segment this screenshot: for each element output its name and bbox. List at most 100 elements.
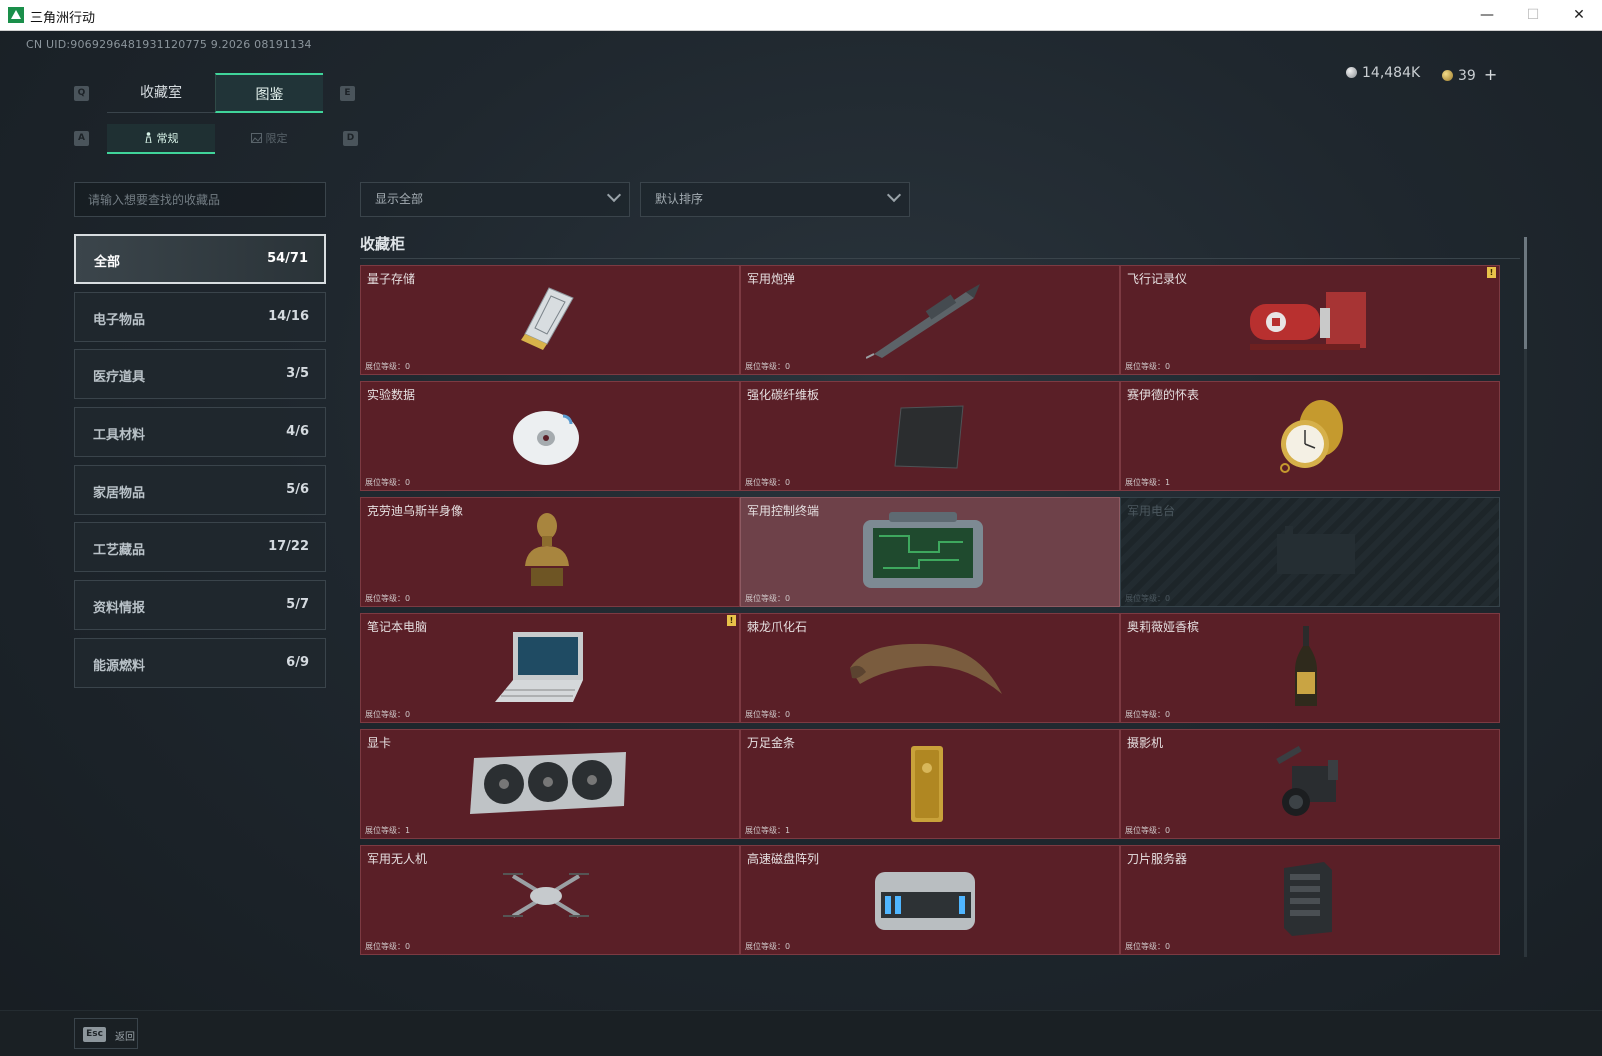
tab-next-key[interactable]: E (340, 86, 355, 101)
item-card-military-shell[interactable]: 军用炮弹 展位等级：0 (740, 265, 1120, 375)
category-medical[interactable]: 医疗道具 3/5 (74, 349, 326, 399)
item-name: 军用无人机 (367, 852, 428, 866)
add-currency-button[interactable]: + (1484, 65, 1497, 84)
cd-disc-icon (513, 411, 579, 465)
display-filter-value: 显示全部 (375, 192, 424, 206)
item-level: 展位等级：0 (1125, 594, 1171, 603)
minimize-button[interactable]: — (1464, 0, 1510, 30)
item-card-graphics-card[interactable]: 显卡 展位等级：1 (360, 729, 740, 839)
main-tabs: 收藏室 图鉴 (107, 73, 323, 113)
item-card-military-radio[interactable]: 军用电台 展位等级：0 (1120, 497, 1500, 607)
item-level: 展位等级：0 (1125, 710, 1171, 719)
item-card-camcorder[interactable]: 摄影机 展位等级：0 (1120, 729, 1500, 839)
category-crafts[interactable]: 工艺藏品 17/22 (74, 522, 326, 572)
category-intel[interactable]: 资料情报 5/7 (74, 580, 326, 630)
item-name: 克劳迪乌斯半身像 (367, 504, 464, 518)
chevron-down-icon (606, 187, 622, 203)
item-card-bust[interactable]: 克劳迪乌斯半身像 展位等级：0 (360, 497, 740, 607)
radio-silhouette-icon (1277, 526, 1355, 574)
item-card-disk-array[interactable]: 高速磁盘阵列 展位等级：0 (740, 845, 1120, 955)
user-uid: CN UID:9069296481931120775 9.2026 081911… (26, 38, 312, 51)
item-card-blade-server[interactable]: 刀片服务器 展位等级：0 (1120, 845, 1500, 955)
category-count: 3/5 (286, 366, 309, 381)
item-card-quantum-storage[interactable]: 量子存储 展位等级：0 (360, 265, 740, 375)
category-count: 54/71 (267, 251, 308, 266)
tab-prev-key[interactable]: Q (74, 86, 89, 101)
category-label: 电子物品 (93, 313, 146, 328)
figure-icon (144, 132, 152, 144)
item-name: 强化碳纤维板 (747, 388, 820, 402)
close-button[interactable]: ✕ (1556, 0, 1602, 30)
drone-icon (503, 873, 589, 918)
item-card-pocket-watch[interactable]: 赛伊德的怀表 展位等级：1 (1120, 381, 1500, 491)
subtab-regular-label: 常规 (156, 132, 179, 145)
control-terminal-icon (863, 512, 983, 588)
gold-amount: 39 (1458, 68, 1476, 84)
maximize-button[interactable]: ☐ (1510, 0, 1556, 30)
item-name: 笔记本电脑 (367, 620, 428, 634)
item-card-control-terminal[interactable]: 军用控制终端 展位等级：0 (740, 497, 1120, 607)
item-name: 赛伊德的怀表 (1127, 388, 1200, 402)
item-level: 展位等级：0 (745, 710, 791, 719)
category-count: 5/7 (286, 597, 309, 612)
window-titlebar: 三角洲行动 — ☐ ✕ (0, 0, 1602, 31)
item-card-champagne[interactable]: 奥莉薇娅香槟 展位等级：0 (1120, 613, 1500, 723)
subtab-regular[interactable]: 常规 (107, 124, 215, 154)
category-energy[interactable]: 能源燃料 6/9 (74, 638, 326, 688)
item-card-flight-recorder[interactable]: 飞行记录仪 ! 展位等级：0 (1120, 265, 1500, 375)
category-tools[interactable]: 工具材料 4/6 (74, 407, 326, 457)
back-button[interactable]: Esc 返回 (74, 1018, 138, 1049)
category-electronics[interactable]: 电子物品 14/16 (74, 292, 326, 342)
category-household[interactable]: 家居物品 5/6 (74, 465, 326, 515)
item-level: 展位等级：0 (365, 478, 411, 487)
display-filter-dropdown[interactable]: 显示全部 (360, 182, 630, 217)
graphics-card-icon (470, 752, 626, 814)
item-card-experiment-data[interactable]: 实验数据 展位等级：0 (360, 381, 740, 491)
item-name: 高速磁盘阵列 (747, 852, 820, 866)
category-label: 工具材料 (93, 428, 146, 443)
laptop-icon (495, 632, 583, 702)
category-label: 医疗道具 (93, 370, 146, 385)
category-label: 工艺藏品 (93, 543, 146, 558)
item-card-laptop[interactable]: 笔记本电脑 ! 展位等级：0 (360, 613, 740, 723)
bust-statue-icon (525, 513, 569, 586)
grid-scrollbar[interactable] (1524, 237, 1527, 957)
item-level: 展位等级：1 (1125, 478, 1171, 487)
item-level: 展位等级：0 (365, 362, 411, 371)
subtab-prev-key[interactable]: A (74, 131, 89, 146)
sub-tabs: 常规 限定 (107, 124, 323, 154)
scrollbar-thumb[interactable] (1524, 237, 1527, 349)
item-card-gold-bar[interactable]: 万足金条 展位等级：1 (740, 729, 1120, 839)
item-level: 展位等级：0 (365, 942, 411, 951)
gold-coin-icon (1442, 70, 1453, 81)
tab-collection-room[interactable]: 收藏室 (107, 73, 215, 113)
subtab-limited[interactable]: 限定 (215, 124, 323, 154)
category-count: 4/6 (286, 424, 309, 439)
item-name: 飞行记录仪 (1127, 272, 1188, 286)
subtab-next-key[interactable]: D (343, 131, 358, 146)
chevron-down-icon (886, 187, 902, 203)
item-name: 刀片服务器 (1127, 852, 1188, 866)
subtab-limited-label: 限定 (265, 132, 288, 145)
category-label: 家居物品 (93, 486, 146, 501)
tab-catalog[interactable]: 图鉴 (215, 73, 323, 113)
back-label: 返回 (115, 1032, 135, 1043)
category-count: 17/22 (268, 539, 309, 554)
camcorder-icon (1276, 745, 1338, 816)
item-name: 军用电台 (1127, 504, 1176, 518)
item-name: 棘龙爪化石 (747, 620, 808, 634)
item-card-drone[interactable]: 军用无人机 展位等级：0 (360, 845, 740, 955)
item-card-carbon-plate[interactable]: 强化碳纤维板 展位等级：0 (740, 381, 1120, 491)
footer-bar: Esc 返回 (0, 1010, 1602, 1056)
gold-currency: 39 + (1442, 65, 1497, 84)
alert-badge: ! (727, 615, 736, 626)
search-input[interactable] (74, 182, 326, 217)
window-title: 三角洲行动 (30, 11, 96, 26)
esc-key: Esc (83, 1027, 106, 1042)
sort-dropdown[interactable]: 默认排序 (640, 182, 910, 217)
item-level: 展位等级：1 (365, 826, 411, 835)
category-all[interactable]: 全部 54/71 (74, 234, 326, 284)
item-level: 展位等级：0 (1125, 362, 1171, 371)
item-card-dino-claw[interactable]: 棘龙爪化石 展位等级：0 (740, 613, 1120, 723)
item-level: 展位等级：1 (745, 826, 791, 835)
